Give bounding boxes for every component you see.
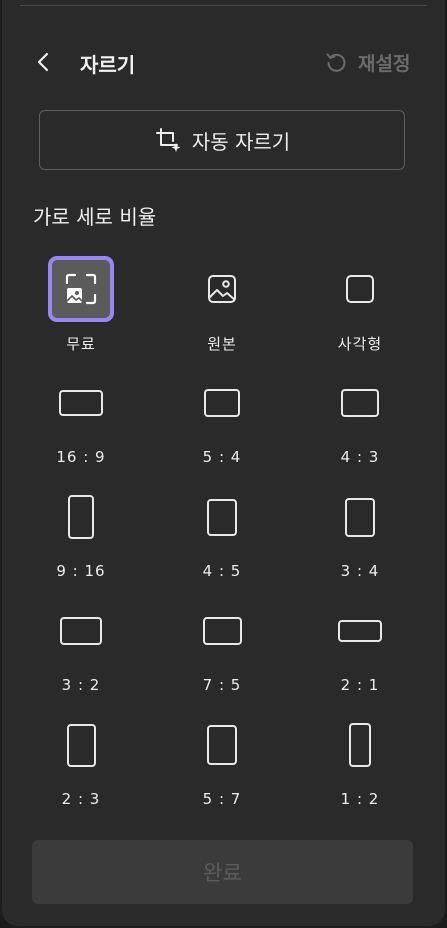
ratio-16-9-icon [59,390,103,416]
aspect-ratio-grid: 무료 원본 사각형 16 : 9 5: 4 4: 3 9: 16 4: … [2,0,445,820]
option-label: 2 : 1 [340,676,380,694]
option-label: 5 : 7 [202,790,242,808]
option-3-4[interactable]: 3 : 4 [305,484,415,584]
ratio-1-2-icon [349,723,371,767]
option-label: 3 : 2 [61,676,101,694]
ratio-3-4-icon [345,497,375,537]
option-label: 3 : 4 [340,562,380,580]
ratio-5-7-icon [207,725,237,765]
ratio-2-1-icon [338,620,382,642]
option-label: 16 : 9 [56,448,106,466]
option-label: 5 : 4 [202,448,242,466]
option-label: 9 : 16 [56,562,106,580]
option-4-5[interactable]: 4 : 5 [167,484,277,584]
option-2-1[interactable]: 2 : 1 [305,598,415,698]
done-button[interactable]: 완료 [32,840,413,904]
free-crop-icon [65,273,97,305]
option-original[interactable]: 원본 [167,256,277,356]
option-label: 7 : 5 [202,676,242,694]
option-label: 1 : 2 [340,790,380,808]
ratio-5-4-icon [204,389,240,417]
image-icon [208,275,236,303]
option-label: 무료 [66,335,96,353]
option-2-3[interactable]: 2 : 3 [26,712,136,812]
option-4-3[interactable]: 4 : 3 [305,370,415,470]
option-5-7[interactable]: 5 : 7 [167,712,277,812]
crop-panel: 자르기 재설정 자동 자르기 가로 세로 비율 무료 원본 사각형 16: 9… [2,0,445,926]
ratio-2-3-icon [66,723,96,767]
option-1-2[interactable]: 1 : 2 [305,712,415,812]
option-5-4[interactable]: 5 : 4 [167,370,277,470]
option-label: 원본 [207,335,237,353]
ratio-9-16-icon [68,495,94,539]
ratio-4-5-icon [207,498,237,536]
option-3-2[interactable]: 3 : 2 [26,598,136,698]
option-label: 사각형 [337,335,383,353]
ratio-4-3-icon [341,389,379,417]
option-free[interactable]: 무료 [26,256,136,356]
ratio-3-2-icon [60,617,102,645]
ratio-7-5-icon [202,617,242,645]
option-label: 2 : 3 [61,790,101,808]
square-icon [346,275,374,303]
option-label: 4 : 3 [340,448,380,466]
option-9-16[interactable]: 9 : 16 [26,484,136,584]
option-square[interactable]: 사각형 [305,256,415,356]
option-label: 4 : 5 [202,562,242,580]
option-16-9[interactable]: 16 : 9 [26,370,136,470]
option-7-5[interactable]: 7 : 5 [167,598,277,698]
